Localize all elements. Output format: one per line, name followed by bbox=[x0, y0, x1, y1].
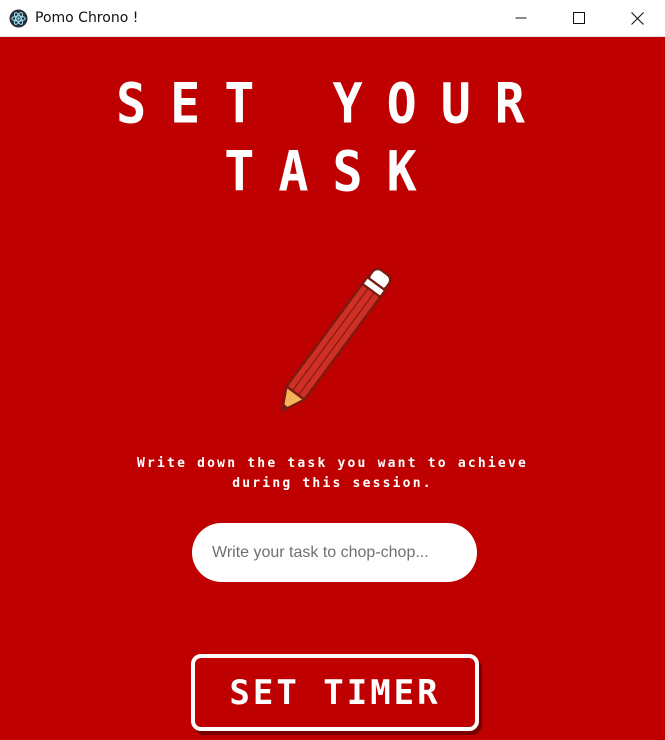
electron-logo-icon bbox=[9, 9, 28, 28]
maximize-button[interactable] bbox=[550, 0, 608, 36]
title-bar[interactable]: Pomo Chrono ! bbox=[0, 0, 665, 37]
app-window: Pomo Chrono ! SET YOUR TASK Write down t… bbox=[0, 0, 665, 740]
minimize-button[interactable] bbox=[492, 0, 550, 36]
minimize-icon bbox=[515, 17, 527, 19]
set-timer-button[interactable]: SET TIMER bbox=[191, 654, 479, 731]
task-input[interactable] bbox=[192, 523, 477, 582]
pencil-icon bbox=[281, 267, 392, 413]
page-title-line-1: SET YOUR bbox=[116, 72, 549, 136]
maximize-icon bbox=[573, 12, 585, 24]
close-button[interactable] bbox=[608, 0, 665, 36]
window-title: Pomo Chrono ! bbox=[35, 10, 139, 26]
instruction-text-line-1: Write down the task you want to achieve bbox=[136, 456, 529, 471]
task-setup-screen: SET YOUR TASK Write down the task you wa… bbox=[0, 37, 665, 740]
instruction-text-line-2: during this session. bbox=[232, 476, 433, 491]
page-title-line-2: TASK bbox=[224, 140, 441, 204]
close-icon bbox=[630, 11, 644, 25]
